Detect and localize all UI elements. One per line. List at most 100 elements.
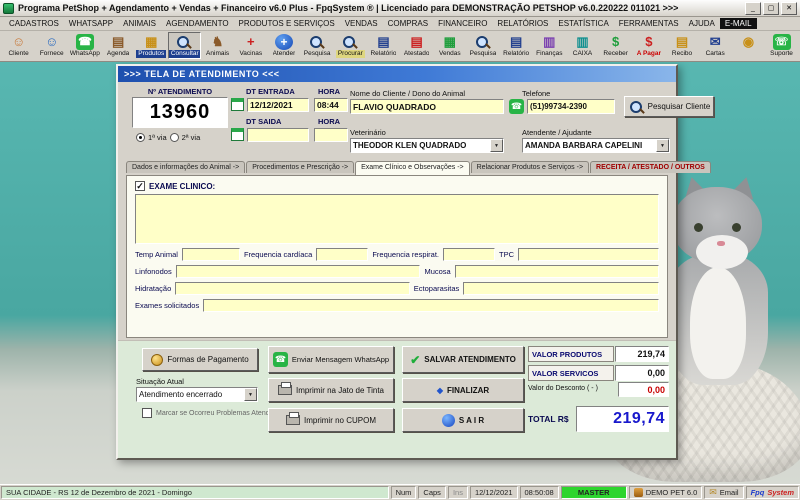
linfonodos-field[interactable] — [175, 265, 421, 278]
via1-radio[interactable] — [136, 133, 145, 142]
agenda-icon: ▤ — [111, 34, 125, 49]
exame-clinico-panel: ✓ EXAME CLINICO: Temp Animal Frequencia … — [126, 175, 668, 338]
close-button[interactable]: ✕ — [781, 1, 797, 15]
menu-item[interactable]: RELATÓRIOS — [492, 18, 553, 29]
toolbar-button[interactable]: ▥ Finanças — [533, 32, 566, 59]
toolbar-button[interactable]: ▤ Recibo — [665, 32, 698, 59]
tab-exame-clinico[interactable]: Exame Clínico e Observações -> — [355, 161, 470, 175]
mucosa-field[interactable] — [454, 265, 659, 278]
toolbar-button[interactable]: ◉ — [732, 32, 765, 51]
minimize-button[interactable]: _ — [745, 1, 761, 15]
window-titlebar[interactable]: >>> TELA DE ATENDIMENTO <<< — [118, 66, 676, 82]
freq-card-field[interactable] — [316, 248, 369, 261]
situacao-dropdown[interactable]: Atendimento encerrado ▼ — [136, 387, 258, 402]
problemas-checkbox[interactable] — [142, 408, 152, 418]
toolbar-label: Receber — [603, 50, 628, 57]
menu-item[interactable]: FERRAMENTAS — [614, 18, 684, 29]
menu-item[interactable]: AGENDAMENTO — [161, 18, 234, 29]
toolbar-button[interactable]: ▦ Vendas — [433, 32, 466, 59]
whatsapp-icon: ☎ — [75, 34, 94, 50]
toolbar-button[interactable]: Procurar — [334, 32, 367, 59]
tab-produtos-servicos[interactable]: Relacionar Produtos e Serviços -> — [470, 161, 590, 173]
maximize-button[interactable]: ▢ — [763, 1, 779, 15]
enviar-whatsapp-button[interactable]: ☎ Enviar Mensagem WhatsApp — [268, 346, 394, 373]
menu-item[interactable]: WHATSAPP — [64, 18, 118, 29]
tpc-field[interactable] — [518, 248, 659, 261]
toolbar-button[interactable]: ☺ Fornece — [35, 32, 68, 59]
hidratacao-field[interactable] — [175, 282, 410, 295]
menu-item[interactable]: COMPRAS — [383, 18, 433, 29]
toolbar-button[interactable]: ▥ CAIXA — [566, 32, 599, 59]
tab-receita-atestado[interactable]: RECEITA / ATESTADO / OUTROS — [590, 161, 711, 173]
app-titlebar: Programa PetShop + Agendamento + Vendas … — [0, 0, 800, 17]
toolbar-button[interactable]: Pesquisa — [301, 32, 334, 59]
menu-item[interactable]: FINANCEIRO — [433, 18, 492, 29]
via2-radio[interactable] — [169, 133, 179, 142]
calendar-icon[interactable] — [231, 98, 244, 111]
toolbar-button[interactable]: ✉ Cartas — [699, 32, 732, 59]
toolbar-label: Finanças — [536, 50, 563, 57]
toolbar-button[interactable]: ▦ Produtos — [135, 32, 168, 59]
menu-item[interactable]: E-MAIL — [719, 18, 757, 29]
toolbar-button[interactable]: ▤ Agenda — [102, 32, 135, 59]
toolbar-button[interactable]: + Vacinas — [234, 32, 267, 59]
toolbar-button[interactable]: Pesquisa — [466, 32, 499, 59]
toolbar-button[interactable]: ▤ Atestado — [400, 32, 433, 59]
menu-item[interactable]: VENDAS — [340, 18, 383, 29]
toolbar-button[interactable]: ▤ Relatório — [367, 32, 400, 59]
toolbar-button[interactable]: Consultar — [167, 32, 202, 59]
telefone-field[interactable]: (51)99734-2390 — [527, 99, 615, 114]
animals-icon: ♞ — [211, 34, 224, 49]
exame-notes-textarea[interactable] — [135, 194, 659, 244]
cat-photo — [668, 174, 786, 392]
toolbar-button[interactable]: $ A Pagar — [632, 32, 665, 59]
exames-solicitados-field[interactable] — [203, 299, 659, 312]
toolbar-label: Consultar — [168, 50, 201, 58]
menu-item[interactable]: PRODUTOS E SERVIÇOS — [234, 18, 340, 29]
sair-button[interactable]: S A I R — [402, 408, 524, 432]
menu-item[interactable]: AJUDA — [684, 18, 720, 29]
report-icon: ▤ — [377, 34, 390, 49]
menu-item[interactable]: ANIMAIS — [118, 18, 161, 29]
toolbar-label: Relatório — [370, 50, 397, 57]
toolbar-button[interactable]: $ Receber — [599, 32, 632, 59]
toolbar-button[interactable]: + Atender — [267, 32, 300, 59]
chevron-down-icon[interactable]: ▼ — [244, 388, 257, 401]
freq-resp-field[interactable] — [443, 248, 496, 261]
dt-entrada-field[interactable]: 12/12/2021 — [247, 98, 309, 112]
salvar-atendimento-button[interactable]: ✔ SALVAR ATENDIMENTO — [402, 346, 524, 373]
tab-dados-animal[interactable]: Dados e informações do Animal -> — [126, 161, 246, 173]
menu-item[interactable]: ESTATÍSTICA — [553, 18, 613, 29]
toolbar-label: Vendas — [438, 50, 461, 57]
calendar-icon[interactable] — [231, 128, 244, 141]
status-demo: DEMO PET 6.0 — [628, 486, 703, 499]
chevron-down-icon[interactable]: ▼ — [490, 139, 503, 152]
atendente-dropdown[interactable]: AMANDA BARBARA CAPELINI ▼ — [522, 138, 670, 153]
toolbar-label: Pesquisa — [469, 50, 497, 57]
toolbar-button[interactable]: ☎ WhatsApp — [68, 32, 101, 59]
ectoparasitas-field[interactable] — [463, 282, 659, 295]
hora-entrada-field[interactable]: 08:44 — [314, 98, 348, 112]
toolbar-button[interactable]: ☏ Suporte — [765, 32, 798, 59]
status-email[interactable]: ✉ Email — [704, 486, 744, 499]
dt-saida-field[interactable] — [247, 128, 309, 142]
finalizar-button[interactable]: ◆ FINALIZAR — [402, 378, 524, 402]
tab-procedimentos[interactable]: Procedimentos e Prescrição -> — [246, 161, 355, 173]
temp-field[interactable] — [181, 248, 240, 261]
pesquisar-cliente-button[interactable]: Pesquisar Cliente — [624, 96, 714, 117]
cliente-field[interactable]: FLAVIO QUADRADO — [350, 99, 504, 114]
toolbar-button[interactable]: ♞ Animais — [201, 32, 234, 59]
imprimir-jato-button[interactable]: Imprimir na Jato de Tinta — [268, 378, 394, 402]
formas-pagamento-button[interactable]: Formas de Pagamento — [142, 348, 258, 371]
chevron-down-icon[interactable]: ▼ — [656, 139, 669, 152]
menu-item[interactable]: CADASTROS — [4, 18, 64, 29]
hora-entrada-label: HORA — [318, 87, 341, 96]
hora-saida-field[interactable] — [314, 128, 348, 142]
veterinario-dropdown[interactable]: THEODOR KLEN QUADRADO ▼ — [350, 138, 504, 153]
imprimir-cupom-button[interactable]: Imprimir no CUPOM — [268, 408, 394, 432]
certificate-icon: ▤ — [410, 34, 423, 49]
exame-clinico-checkbox[interactable]: ✓ — [135, 181, 145, 191]
whatsapp-icon[interactable]: ☎ — [509, 99, 524, 114]
toolbar-button[interactable]: ☺ Cliente — [2, 32, 35, 59]
toolbar-button[interactable]: ▤ Relatório — [500, 32, 533, 59]
